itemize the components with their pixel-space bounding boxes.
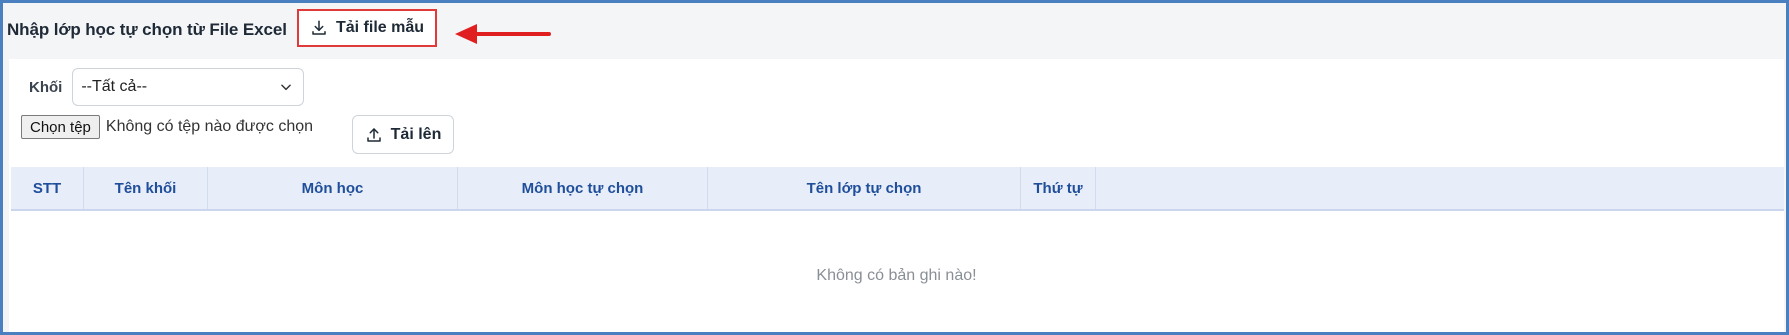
upload-button[interactable]: Tải lên bbox=[352, 115, 454, 154]
download-icon bbox=[312, 20, 326, 35]
page-header: Nhập lớp học tự chọn từ File Excel bbox=[7, 3, 1786, 57]
empty-table-message: Không có bản ghi nào! bbox=[816, 267, 977, 284]
column-header-grade[interactable]: Tên khối bbox=[84, 167, 208, 209]
grade-select[interactable]: --Tất cả-- bbox=[72, 68, 305, 106]
column-header-order[interactable]: Thứ tự bbox=[1021, 167, 1096, 209]
table-header: STT Tên khối Môn học Môn học tự chọn Tên… bbox=[11, 167, 1784, 211]
column-header-elective-class[interactable]: Tên lớp tự chọn bbox=[708, 167, 1021, 209]
download-template-label: Tải file mẫu bbox=[335, 19, 425, 36]
grade-select-value: --Tất cả-- bbox=[81, 78, 148, 95]
column-header-spacer bbox=[1096, 167, 1784, 209]
download-template-button[interactable]: Tải file mẫu bbox=[297, 9, 437, 47]
upload-label: Tải lên bbox=[390, 125, 442, 143]
content-panel: Khối --Tất cả-- Chọn tệp Không có tệp nà… bbox=[9, 59, 1784, 332]
column-header-subject[interactable]: Môn học bbox=[208, 167, 458, 209]
file-status-text: Không có tệp nào được chọn bbox=[105, 118, 314, 135]
page-title: Nhập lớp học tự chọn từ File Excel bbox=[7, 20, 287, 39]
grade-filter: Khối --Tất cả-- bbox=[29, 68, 305, 106]
column-header-stt[interactable]: STT bbox=[11, 167, 84, 209]
chevron-down-icon bbox=[281, 84, 292, 91]
upload-icon bbox=[366, 127, 381, 142]
file-picker: Chọn tệp Không có tệp nào được chọn bbox=[21, 115, 313, 139]
annotation-arrow bbox=[455, 24, 551, 44]
grade-filter-label: Khối bbox=[29, 78, 63, 96]
page-frame: Nhập lớp học tự chọn từ File Excel Tải f… bbox=[0, 0, 1789, 335]
choose-file-button[interactable]: Chọn tệp bbox=[21, 115, 100, 139]
column-header-elective-subject[interactable]: Môn học tự chọn bbox=[458, 167, 708, 209]
